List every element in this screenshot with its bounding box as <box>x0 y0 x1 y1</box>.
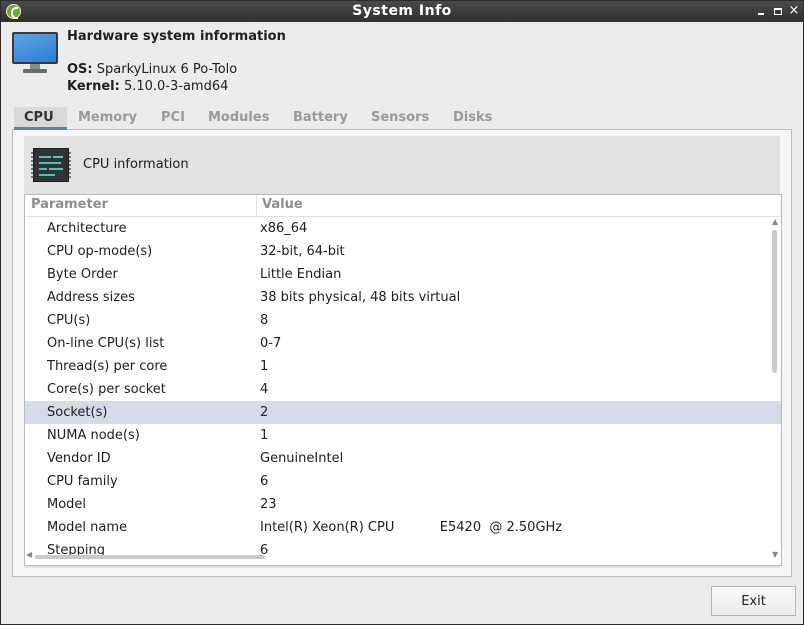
tab-pci[interactable]: PCI <box>151 107 195 130</box>
maximize-icon <box>774 8 782 15</box>
cpu-chip-icon <box>31 146 71 184</box>
row-value: 1 <box>260 428 269 443</box>
os-label: OS: <box>67 62 93 77</box>
kernel-info: Kernel: 5.10.0-3-amd64 <box>67 79 228 94</box>
row-value: 38 bits physical, 48 bits virtual <box>260 290 461 305</box>
close-button[interactable]: × <box>787 4 801 18</box>
row-parameter: NUMA node(s) <box>47 428 140 443</box>
table-header: Parameter Value <box>25 195 781 217</box>
system-info-window: System Info × Hardware system informatio… <box>0 0 804 625</box>
table-row[interactable]: Core(s) per socket 4 <box>25 378 781 401</box>
row-parameter: Socket(s) <box>47 405 108 420</box>
os-info: OS: SparkyLinux 6 Po-Tolo <box>67 62 237 77</box>
tab-memory[interactable]: Memory <box>68 107 147 130</box>
table-rows: Architecture x86_64 CPU op-mode(s) 32-bit,… <box>25 217 781 562</box>
row-parameter: Model name <box>47 520 128 535</box>
tab-disks[interactable]: Disks <box>443 107 502 130</box>
row-value: 1 <box>260 359 269 374</box>
row-parameter: On-line CPU(s) list <box>47 336 165 351</box>
monitor-icon <box>12 32 58 73</box>
kernel-value: 5.10.0-3-amd64 <box>123 79 229 94</box>
table-row[interactable]: Byte Order Little Endian <box>25 263 781 286</box>
row-parameter: Architecture <box>47 221 127 236</box>
tab-sensors[interactable]: Sensors <box>361 107 439 130</box>
table-row[interactable]: Model name Intel(R) Xeon(R) CPU E5420 @ 2… <box>25 516 781 539</box>
header-title: Hardware system information <box>67 29 286 44</box>
vertical-scroll-thumb[interactable] <box>772 230 777 373</box>
row-parameter: Thread(s) per core <box>47 359 168 374</box>
row-value: GenuineIntel <box>260 451 344 466</box>
row-parameter: Vendor ID <box>47 451 111 466</box>
row-parameter: Model <box>47 497 87 512</box>
scroll-down-icon[interactable]: ▼ <box>772 550 778 559</box>
table-row[interactable]: Thread(s) per core 1 <box>25 355 781 378</box>
tab-modules[interactable]: Modules <box>198 107 279 130</box>
row-parameter: Core(s) per socket <box>47 382 166 397</box>
title-bar[interactable]: System Info × <box>1 1 803 22</box>
row-value: 4 <box>260 382 269 397</box>
row-value: 23 <box>260 497 277 512</box>
row-parameter: CPU op-mode(s) <box>47 244 153 259</box>
cpu-info-heading: CPU information <box>83 157 189 172</box>
maximize-button[interactable] <box>771 4 785 18</box>
row-value: 6 <box>260 474 269 489</box>
table-row[interactable]: Vendor ID GenuineIntel <box>25 447 781 470</box>
minimize-button[interactable] <box>754 4 768 18</box>
scroll-left-icon[interactable]: ◀ <box>26 550 32 559</box>
column-separator[interactable] <box>256 195 257 217</box>
column-header-value[interactable]: Value <box>262 197 303 212</box>
table-row[interactable]: CPU family 6 <box>25 470 781 493</box>
kernel-label: Kernel: <box>67 79 120 94</box>
table-row[interactable]: CPU(s) 8 <box>25 309 781 332</box>
horizontal-scroll-thumb[interactable] <box>35 555 265 559</box>
row-parameter: CPU family <box>47 474 118 489</box>
os-value: SparkyLinux 6 Po-Tolo <box>96 62 238 77</box>
table-row[interactable]: Architecture x86_64 <box>25 217 781 240</box>
cpu-info-table[interactable]: Parameter Value Architecture x86_64 CPU o… <box>24 194 782 566</box>
table-row[interactable]: CPU op-mode(s) 32-bit, 64-bit <box>25 240 781 263</box>
row-parameter: Address sizes <box>47 290 135 305</box>
close-icon: × <box>788 3 800 18</box>
row-value: 2 <box>260 405 269 420</box>
column-header-parameter[interactable]: Parameter <box>31 197 108 212</box>
tab-bar: CPU Memory PCI Modules Battery Sensors D… <box>14 107 787 130</box>
table-row[interactable]: Model 23 <box>25 493 781 516</box>
minimize-icon <box>758 13 764 15</box>
table-row[interactable]: On-line CPU(s) list 0-7 <box>25 332 781 355</box>
row-value: x86_64 <box>260 221 308 236</box>
row-value: Intel(R) Xeon(R) CPU E5420 @ 2.50GHz <box>260 520 563 535</box>
row-value: Little Endian <box>260 267 342 282</box>
row-value: 0-7 <box>260 336 282 351</box>
vertical-scrollbar[interactable]: ▲ ▼ <box>771 217 781 559</box>
scroll-up-icon[interactable]: ▲ <box>772 217 778 226</box>
horizontal-scrollbar[interactable]: ◀ <box>26 550 265 560</box>
table-row[interactable]: Address sizes 38 bits physical, 48 bits v… <box>25 286 781 309</box>
tab-cpu[interactable]: CPU <box>14 107 67 130</box>
table-row[interactable]: NUMA node(s) 1 <box>25 424 781 447</box>
row-value: 32-bit, 64-bit <box>260 244 345 259</box>
exit-button[interactable]: Exit <box>711 586 796 616</box>
row-value: 8 <box>260 313 269 328</box>
window-title: System Info <box>352 3 452 19</box>
row-parameter: Byte Order <box>47 267 118 282</box>
table-row-selected[interactable]: Socket(s) 2 <box>25 401 781 424</box>
row-parameter: CPU(s) <box>47 313 91 328</box>
tab-battery[interactable]: Battery <box>283 107 358 130</box>
